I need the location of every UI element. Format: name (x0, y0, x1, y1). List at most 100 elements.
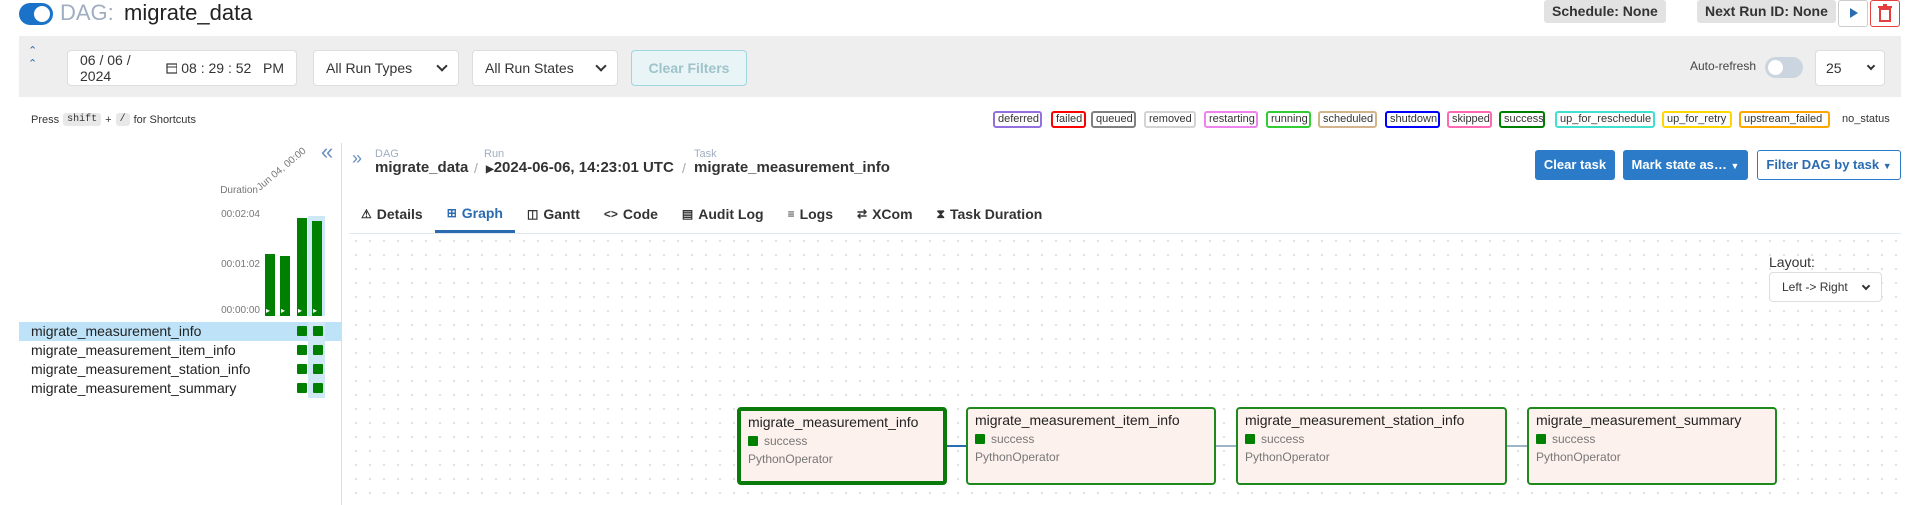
run-type-value: All Run Types (326, 60, 413, 76)
legend-upstream-failed[interactable]: upstream_failed (1739, 111, 1830, 128)
legend-queued[interactable]: queued (1091, 111, 1136, 128)
run-type-select[interactable]: All Run Types (313, 50, 459, 86)
task-node-status: success (1245, 432, 1498, 446)
tab-icon: ≡ (787, 207, 795, 221)
chevron-up-icon[interactable]: ⌃ ⌃ (28, 44, 37, 70)
legend-removed[interactable]: removed (1144, 111, 1196, 128)
play-small-icon: ▶ (486, 164, 494, 175)
crumb-dag[interactable]: migrate_data (375, 159, 468, 176)
trash-icon (1878, 4, 1892, 22)
task-name: migrate_measurement_item_info (31, 342, 236, 358)
tab-label: Logs (799, 206, 834, 222)
legend-up-for-reschedule[interactable]: up_for_reschedule (1555, 111, 1655, 128)
caret-down-icon: ▼ (1730, 161, 1740, 171)
tab-xcom[interactable]: ⇄ XCom (845, 195, 925, 233)
chevron-down-icon (1866, 61, 1876, 71)
run-duration-bar[interactable] (312, 221, 322, 316)
task-node-title: migrate_measurement_item_info (975, 412, 1180, 428)
clear-task-button[interactable]: Clear task (1535, 150, 1615, 180)
auto-refresh-switch[interactable] (1765, 57, 1803, 78)
shortcut-suffix: for Shortcuts (133, 113, 196, 126)
legend-failed[interactable]: failed (1051, 111, 1086, 128)
tab-graph[interactable]: ⊞ Graph (434, 195, 515, 233)
crumb-run[interactable]: ▶2024-06-06, 14:23:01 UTC (486, 159, 674, 176)
num-runs-select[interactable]: 25 (1815, 50, 1885, 86)
task-instance-square[interactable] (297, 364, 307, 374)
crumb-task[interactable]: migrate_measurement_info (694, 159, 890, 176)
run-duration-bar[interactable] (265, 254, 275, 316)
legend-shutdown[interactable]: shutdown (1385, 111, 1440, 128)
run-date-label: Jun 04, 00:00 (254, 145, 309, 193)
task-node[interactable]: migrate_measurement_item_info success Pyth… (966, 407, 1216, 485)
delete-dag-button[interactable] (1870, 0, 1900, 27)
play-icon (1850, 8, 1858, 18)
layout-label: Layout: (1769, 254, 1815, 270)
run-state-value: All Run States (485, 60, 574, 76)
task-node[interactable]: migrate_measurement_station_info success P… (1236, 407, 1507, 485)
legend-skipped[interactable]: skipped (1447, 111, 1492, 128)
task-row[interactable]: migrate_measurement_info (19, 322, 341, 341)
legend-scheduled[interactable]: scheduled (1318, 111, 1377, 128)
task-row[interactable]: migrate_measurement_item_info (19, 341, 341, 360)
run-duration-bar[interactable] (297, 218, 307, 316)
task-instance-square[interactable] (313, 345, 323, 355)
task-node[interactable]: migrate_measurement_info success PythonOpe… (737, 407, 947, 485)
expand-icon[interactable]: » (352, 148, 362, 169)
tab-label: Audit Log (698, 206, 764, 222)
legend-deferred[interactable]: deferred (993, 111, 1042, 128)
layout-select[interactable]: Left -> Right (1769, 272, 1882, 302)
task-row[interactable]: migrate_measurement_summary (19, 379, 341, 398)
legend-success[interactable]: success (1499, 111, 1545, 128)
task-node[interactable]: migrate_measurement_summary success Python… (1527, 407, 1777, 485)
tab-code[interactable]: <> Code (592, 195, 670, 233)
crumb-separator: / (682, 160, 686, 176)
dag-pause-toggle[interactable] (19, 3, 53, 25)
slash-key: / (115, 113, 130, 126)
tab-gantt[interactable]: ◫ Gantt (515, 195, 592, 233)
auto-refresh-label: Auto-refresh (1690, 59, 1757, 73)
legend-no-status[interactable]: no_status (1837, 111, 1892, 128)
tab-details[interactable]: ⚠ Details (349, 195, 435, 233)
legend-running[interactable]: running (1266, 111, 1311, 128)
status-text: success (764, 434, 808, 448)
task-instance-square[interactable] (313, 326, 323, 336)
panel-divider[interactable] (341, 143, 342, 505)
crumb-separator: / (474, 160, 478, 176)
legend-up-for-retry[interactable]: up_for_retry (1662, 111, 1732, 128)
filter-dag-button[interactable]: Filter DAG by task ▼ (1757, 150, 1901, 180)
task-instance-square[interactable] (297, 345, 307, 355)
shift-key: shift (63, 113, 102, 126)
calendar-icon[interactable] (166, 62, 178, 74)
tab-icon: ⊞ (446, 205, 457, 220)
tab-audit-log[interactable]: ▤ Audit Log (670, 195, 776, 233)
next-run-text: Next Run ID: None (1705, 3, 1828, 19)
tab-icon: ▤ (681, 207, 694, 221)
task-node-status: success (975, 432, 1207, 446)
schedule-badge: Schedule: None (1544, 0, 1666, 23)
collapse-grid-icon[interactable]: « (321, 141, 333, 163)
task-node-operator: PythonOperator (748, 452, 833, 466)
mark-state-button[interactable]: Mark state as… ▼ (1623, 150, 1748, 180)
time-value: 08 : 29 : 52 PM (181, 60, 284, 76)
run-state-select[interactable]: All Run States (472, 50, 618, 86)
clear-filters-button[interactable]: Clear Filters (631, 50, 747, 86)
dag-title: migrate_data (124, 0, 253, 25)
tab-label: XCom (872, 206, 913, 222)
task-instance-square[interactable] (313, 383, 323, 393)
task-instance-square[interactable] (313, 364, 323, 374)
task-instance-square[interactable] (297, 326, 307, 336)
execution-date-input[interactable]: 06 / 06 / 2024 08 : 29 : 52 PM (67, 50, 297, 86)
tab-label: Gantt (543, 206, 580, 222)
graph-edge (1216, 445, 1238, 447)
legend-restarting[interactable]: restarting (1204, 111, 1258, 128)
trigger-dag-button[interactable] (1838, 0, 1868, 27)
tab-task-duration[interactable]: ⧗ Task Duration (925, 195, 1055, 233)
tab-logs[interactable]: ≡ Logs (776, 195, 845, 233)
status-text: success (991, 432, 1035, 446)
task-row[interactable]: migrate_measurement_station_info (19, 360, 341, 379)
task-name: migrate_measurement_summary (31, 380, 237, 396)
layout-value: Left -> Right (1782, 280, 1848, 294)
run-duration-bar[interactable] (280, 256, 290, 316)
task-instance-square[interactable] (297, 383, 307, 393)
task-node-title: migrate_measurement_summary (1536, 412, 1742, 428)
